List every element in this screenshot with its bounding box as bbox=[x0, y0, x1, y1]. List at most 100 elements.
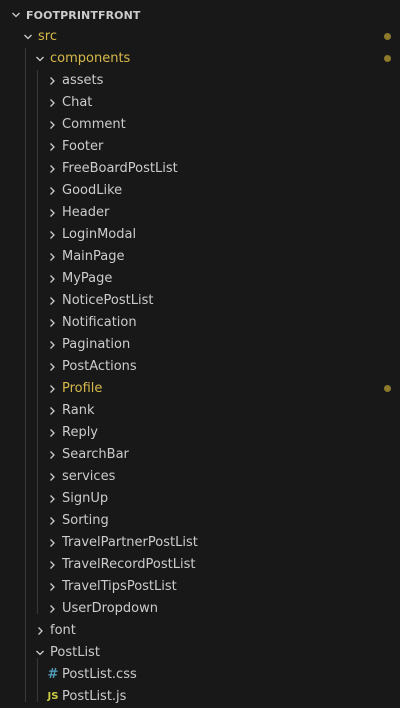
chevron-right-icon[interactable] bbox=[44, 334, 60, 356]
tree-folder-item[interactable]: font bbox=[0, 620, 400, 642]
chevron-right-icon[interactable] bbox=[44, 356, 60, 378]
chevron-right-icon[interactable] bbox=[44, 444, 60, 466]
tree-item-label: components bbox=[50, 51, 131, 66]
tree-folder-item[interactable]: MainPage bbox=[0, 246, 400, 268]
tree-folder-item[interactable]: LoginModal bbox=[0, 224, 400, 246]
tree-item-label: PostActions bbox=[62, 359, 137, 374]
tree-folder-item[interactable]: SearchBar bbox=[0, 444, 400, 466]
tree-folder-item[interactable]: TravelTipsPostList bbox=[0, 576, 400, 598]
chevron-right-icon[interactable] bbox=[44, 466, 60, 488]
modified-indicator-dot bbox=[384, 55, 391, 62]
chevron-right-icon[interactable] bbox=[44, 246, 60, 268]
chevron-right-icon[interactable] bbox=[44, 114, 60, 136]
tree-folder-item[interactable]: NoticePostList bbox=[0, 290, 400, 312]
tree-item-label: UserDropdown bbox=[62, 601, 158, 616]
chevron-right-icon[interactable] bbox=[44, 290, 60, 312]
tree-item-label: services bbox=[62, 469, 116, 484]
tree-item-label: Header bbox=[62, 205, 110, 220]
tree-folder-item[interactable]: Sorting bbox=[0, 510, 400, 532]
tree-folder-item[interactable]: PostActions bbox=[0, 356, 400, 378]
tree-folder-item[interactable]: MyPage bbox=[0, 268, 400, 290]
chevron-right-icon[interactable] bbox=[32, 620, 48, 642]
chevron-right-icon[interactable] bbox=[44, 70, 60, 92]
css-file-icon: # bbox=[47, 667, 59, 682]
modified-indicator-dot bbox=[384, 33, 391, 40]
tree-item-label: LoginModal bbox=[62, 227, 137, 242]
tree-item-label: assets bbox=[62, 73, 104, 88]
tree-item-label: src bbox=[38, 29, 57, 44]
tree-item-label: NoticePostList bbox=[62, 293, 154, 308]
tree-folder-item[interactable]: Comment bbox=[0, 114, 400, 136]
tree-folder-item[interactable]: PostList bbox=[0, 642, 400, 664]
chevron-right-icon[interactable] bbox=[44, 400, 60, 422]
tree-item-label: Notification bbox=[62, 315, 137, 330]
tree-item-label: Rank bbox=[62, 403, 95, 418]
chevron-right-icon[interactable] bbox=[44, 92, 60, 114]
tree-folder-item[interactable]: FreeBoardPostList bbox=[0, 158, 400, 180]
chevron-right-icon[interactable] bbox=[44, 532, 60, 554]
tree-folder-item[interactable]: assets bbox=[0, 70, 400, 92]
tree-item-label: Profile bbox=[62, 381, 103, 396]
tree-item-label: MainPage bbox=[62, 249, 125, 264]
tree-item-label: Comment bbox=[62, 117, 126, 132]
tree-folder-item[interactable]: Pagination bbox=[0, 334, 400, 356]
chevron-right-icon[interactable] bbox=[44, 510, 60, 532]
chevron-right-icon[interactable] bbox=[44, 180, 60, 202]
tree-item-label: PostList.js bbox=[62, 689, 127, 704]
chevron-right-icon[interactable] bbox=[44, 268, 60, 290]
tree-item-label: FreeBoardPostList bbox=[62, 161, 178, 176]
tree-item-label: PostList.css bbox=[62, 667, 137, 682]
modified-indicator-dot bbox=[384, 385, 391, 392]
chevron-right-icon[interactable] bbox=[44, 312, 60, 334]
tree-folder-item[interactable]: Reply bbox=[0, 422, 400, 444]
tree-item-label: Pagination bbox=[62, 337, 131, 352]
tree-item-label: Reply bbox=[62, 425, 99, 440]
tree-item-label: Footer bbox=[62, 139, 104, 154]
tree-folder-item[interactable]: components bbox=[0, 48, 400, 70]
js-file-icon: JS bbox=[47, 691, 59, 702]
tree-folder-item[interactable]: Chat bbox=[0, 92, 400, 114]
tree-file-item[interactable]: JS PostList.js bbox=[0, 686, 400, 708]
chevron-right-icon[interactable] bbox=[44, 378, 60, 400]
tree-folder-item[interactable]: Profile bbox=[0, 378, 400, 400]
chevron-right-icon[interactable] bbox=[44, 202, 60, 224]
chevron-right-icon[interactable] bbox=[44, 158, 60, 180]
chevron-right-icon[interactable] bbox=[44, 598, 60, 620]
chevron-down-icon[interactable] bbox=[32, 48, 48, 70]
tree-item-label: Sorting bbox=[62, 513, 109, 528]
chevron-right-icon[interactable] bbox=[44, 554, 60, 576]
tree-item-label: TravelTipsPostList bbox=[62, 579, 177, 594]
chevron-right-icon[interactable] bbox=[44, 488, 60, 510]
tree-folder-item[interactable]: TravelPartnerPostList bbox=[0, 532, 400, 554]
tree-item-label: MyPage bbox=[62, 271, 113, 286]
tree-item-label: PostList bbox=[50, 645, 100, 660]
chevron-right-icon[interactable] bbox=[44, 576, 60, 598]
tree-folder-item[interactable]: SignUp bbox=[0, 488, 400, 510]
tree-item-label: TravelRecordPostList bbox=[62, 557, 196, 572]
chevron-right-icon[interactable] bbox=[44, 224, 60, 246]
tree-item-label: TravelPartnerPostList bbox=[62, 535, 198, 550]
tree-folder-item[interactable]: Rank bbox=[0, 400, 400, 422]
tree-file-item[interactable]: # PostList.css bbox=[0, 664, 400, 686]
tree-item-label: Chat bbox=[62, 95, 93, 110]
tree-item-label: font bbox=[50, 623, 76, 638]
chevron-down-icon[interactable] bbox=[32, 642, 48, 664]
tree-item-label: SearchBar bbox=[62, 447, 129, 462]
tree-folder-item[interactable]: src bbox=[0, 26, 400, 48]
tree-folder-item[interactable]: TravelRecordPostList bbox=[0, 554, 400, 576]
tree-folder-item[interactable]: GoodLike bbox=[0, 180, 400, 202]
tree-folder-item[interactable]: UserDropdown bbox=[0, 598, 400, 620]
chevron-right-icon[interactable] bbox=[44, 136, 60, 158]
tree-folder-item[interactable]: services bbox=[0, 466, 400, 488]
workspace-title: FOOTPRINTFRONT bbox=[26, 8, 141, 22]
tree-folder-item[interactable]: Footer bbox=[0, 136, 400, 158]
tree-item-label: GoodLike bbox=[62, 183, 123, 198]
chevron-down-icon bbox=[8, 4, 24, 26]
workspace-section-header[interactable]: FOOTPRINTFRONT bbox=[0, 4, 400, 26]
chevron-down-icon[interactable] bbox=[20, 26, 36, 48]
file-explorer: FOOTPRINTFRONT src components assets Chat Co… bbox=[0, 0, 400, 706]
tree-folder-item[interactable]: Header bbox=[0, 202, 400, 224]
tree-folder-item[interactable]: Notification bbox=[0, 312, 400, 334]
chevron-right-icon[interactable] bbox=[44, 422, 60, 444]
tree-item-label: SignUp bbox=[62, 491, 109, 506]
